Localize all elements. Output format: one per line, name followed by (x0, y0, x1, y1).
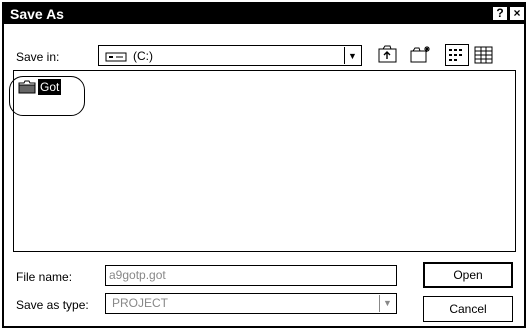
details-view-icon (474, 46, 493, 64)
help-icon: ? (496, 6, 504, 20)
file-name-label: File name: (16, 270, 73, 284)
save-as-dialog: Save As ? × Save in: (C:) ▼ Got File nam… (2, 2, 526, 328)
list-view-icon (449, 49, 462, 61)
file-name-field[interactable]: a9gotp.got (105, 265, 397, 286)
file-list[interactable]: Got (13, 70, 516, 252)
drive-icon (105, 49, 127, 66)
help-button[interactable]: ? (492, 6, 508, 21)
open-button-label: Open (453, 268, 483, 282)
save-in-combo[interactable]: (C:) ▼ (98, 45, 362, 66)
chevron-down-icon[interactable]: ▼ (379, 295, 395, 312)
cancel-button[interactable]: Cancel (423, 296, 513, 322)
file-name-value: a9gotp.got (109, 268, 166, 282)
close-icon: × (513, 6, 521, 20)
up-one-level-icon (378, 45, 397, 63)
new-folder-icon (410, 46, 430, 63)
new-folder-button[interactable] (408, 44, 432, 66)
save-in-value: (C:) (133, 49, 153, 63)
up-one-level-button[interactable] (376, 44, 400, 66)
highlight-annotation (9, 76, 85, 116)
details-view-button[interactable] (472, 44, 496, 66)
title-bar[interactable]: Save As ? × (4, 4, 525, 24)
list-view-button[interactable] (445, 44, 469, 66)
window-title: Save As (10, 6, 64, 22)
chevron-down-icon[interactable]: ▼ (344, 47, 360, 64)
cancel-button-label: Cancel (449, 302, 487, 316)
open-button[interactable]: Open (423, 262, 513, 288)
close-button[interactable]: × (509, 6, 525, 21)
save-as-type-label: Save as type: (16, 298, 89, 312)
save-in-label: Save in: (16, 50, 60, 64)
save-as-type-value: PROJECT (112, 296, 169, 310)
save-as-type-combo[interactable]: PROJECT ▼ (105, 293, 397, 314)
